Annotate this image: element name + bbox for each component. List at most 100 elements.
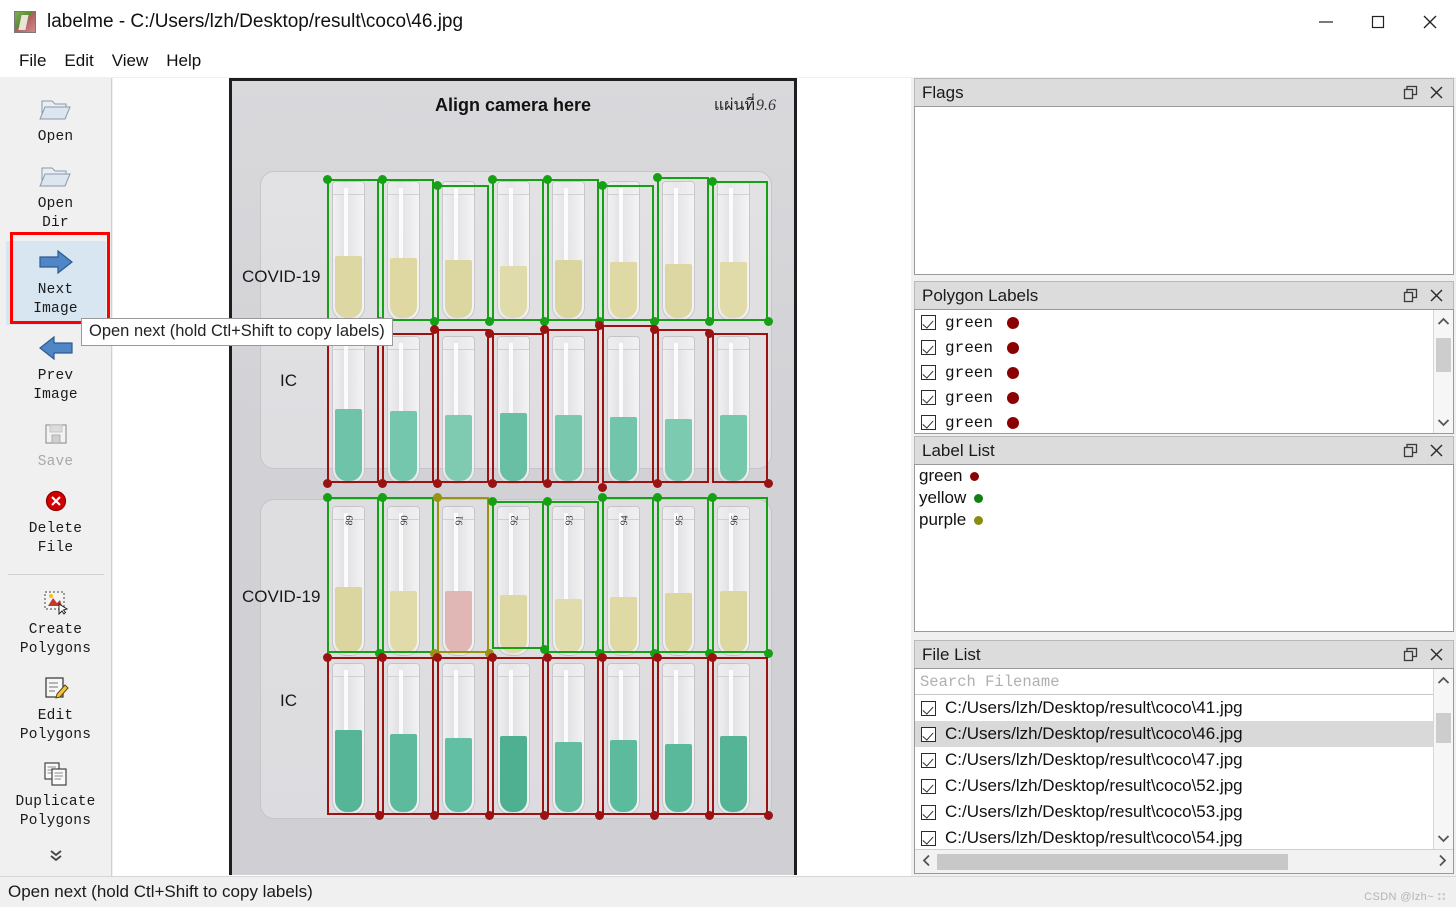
polygon-vertex[interactable] <box>704 328 714 338</box>
close-icon[interactable] <box>1423 80 1449 106</box>
polygon-labels-scrollbar[interactable] <box>1433 310 1453 433</box>
label-list[interactable]: green yellow purple <box>914 464 1454 632</box>
polygon-vertex[interactable] <box>539 810 549 820</box>
polygon-vertex[interactable] <box>432 478 442 488</box>
file-list-hscrollbar[interactable] <box>915 849 1453 873</box>
list-item[interactable]: C:/Users/lzh/Desktop/result\coco\41.jpg <box>915 695 1453 721</box>
annotation-box[interactable] <box>327 337 379 483</box>
annotation-box[interactable] <box>547 179 599 321</box>
close-icon[interactable] <box>1423 642 1449 668</box>
polygon-vertex[interactable] <box>487 174 497 184</box>
polygon-vertex[interactable] <box>649 324 659 334</box>
polygon-vertex[interactable] <box>763 810 773 820</box>
annotation-box[interactable] <box>327 657 379 815</box>
polygon-vertex[interactable] <box>594 320 604 330</box>
polygon-vertex[interactable] <box>652 172 662 182</box>
polygon-vertex[interactable] <box>487 478 497 488</box>
annotation-box[interactable] <box>437 185 489 321</box>
polygon-vertex[interactable] <box>432 180 442 190</box>
list-item[interactable]: C:/Users/lzh/Desktop/result\coco\52.jpg <box>915 773 1453 799</box>
polygon-vertex[interactable] <box>597 652 607 662</box>
row-checkbox[interactable] <box>921 752 936 768</box>
polygon-vertex[interactable] <box>322 652 332 662</box>
polygon-vertex[interactable] <box>704 810 714 820</box>
tool-create-polygons[interactable]: Create Polygons <box>6 581 106 665</box>
chevron-right-icon[interactable] <box>1431 854 1453 870</box>
annotation-box[interactable] <box>712 181 768 321</box>
polygon-vertex[interactable] <box>377 652 387 662</box>
maximize-button[interactable] <box>1352 0 1404 44</box>
list-item[interactable]: green <box>915 360 1453 385</box>
annotation-box[interactable] <box>657 329 709 483</box>
row-checkbox[interactable] <box>921 726 936 742</box>
polygon-vertex[interactable] <box>763 478 773 488</box>
annotation-box[interactable] <box>602 185 654 321</box>
polygon-vertex[interactable] <box>597 492 607 502</box>
file-list-scrollbar[interactable] <box>1433 669 1453 849</box>
annotation-box[interactable] <box>492 333 544 483</box>
annotation-box[interactable] <box>602 657 654 815</box>
row-checkbox[interactable] <box>921 365 936 380</box>
list-item[interactable]: green <box>915 465 1453 487</box>
polygon-vertex[interactable] <box>539 324 549 334</box>
polygon-vertex[interactable] <box>322 478 332 488</box>
chevron-down-icon[interactable] <box>1437 827 1450 849</box>
annotation-box[interactable] <box>492 501 544 649</box>
scroll-track[interactable] <box>1434 691 1453 827</box>
flags-list[interactable] <box>914 106 1454 275</box>
scroll-thumb[interactable] <box>1436 338 1451 372</box>
image-canvas[interactable]: Align camera here แผ่นที่9.6 COVID-19 IC… <box>113 78 911 876</box>
chevron-left-icon[interactable] <box>915 854 937 870</box>
tool-edit-polygons[interactable]: Edit Polygons <box>6 667 106 751</box>
annotation-box[interactable] <box>437 329 489 483</box>
polygon-vertex[interactable] <box>652 492 662 502</box>
row-checkbox[interactable] <box>921 340 936 355</box>
float-icon[interactable] <box>1397 438 1423 464</box>
list-item[interactable]: green <box>915 335 1453 360</box>
tool-open[interactable]: Open <box>6 88 106 153</box>
annotation-box[interactable] <box>382 333 434 483</box>
list-item[interactable]: C:/Users/lzh/Desktop/result\coco\53.jpg <box>915 799 1453 825</box>
float-icon[interactable] <box>1397 642 1423 668</box>
menu-view[interactable]: View <box>103 48 158 74</box>
polygon-vertex[interactable] <box>484 328 494 338</box>
list-item[interactable]: C:/Users/lzh/Desktop/result\coco\54.jpg <box>915 825 1453 851</box>
polygon-vertex[interactable] <box>542 478 552 488</box>
polygon-vertex[interactable] <box>542 174 552 184</box>
minimize-button[interactable] <box>1300 0 1352 44</box>
polygon-vertex[interactable] <box>432 652 442 662</box>
polygon-vertex[interactable] <box>377 174 387 184</box>
polygon-vertex[interactable] <box>432 492 442 502</box>
row-checkbox[interactable] <box>921 804 936 820</box>
menu-edit[interactable]: Edit <box>55 48 102 74</box>
annotation-box[interactable] <box>382 179 434 321</box>
double-chevron-down-icon[interactable] <box>47 848 65 862</box>
polygon-vertex[interactable] <box>597 482 607 492</box>
annotation-box[interactable] <box>657 177 709 321</box>
polygon-vertex[interactable] <box>377 492 387 502</box>
annotation-box[interactable] <box>602 497 654 653</box>
polygon-vertex[interactable] <box>652 652 662 662</box>
annotation-box[interactable] <box>437 657 489 815</box>
menu-help[interactable]: Help <box>157 48 210 74</box>
polygon-vertex[interactable] <box>487 496 497 506</box>
scroll-track[interactable] <box>937 853 1431 870</box>
chevron-up-icon[interactable] <box>1437 669 1450 691</box>
annotation-box[interactable] <box>547 329 599 483</box>
polygon-vertex[interactable] <box>484 316 494 326</box>
search-filename-input[interactable]: Search Filename <box>915 669 1453 695</box>
list-item[interactable]: green <box>915 385 1453 410</box>
tool-duplicate-polygons[interactable]: Duplicate Polygons <box>6 753 106 837</box>
polygon-vertex[interactable] <box>429 810 439 820</box>
tool-delete-file[interactable]: Delete File <box>6 480 106 564</box>
polygon-vertex[interactable] <box>322 174 332 184</box>
annotation-box[interactable] <box>327 497 379 653</box>
list-item[interactable]: yellow <box>915 487 1453 509</box>
close-icon[interactable] <box>1423 438 1449 464</box>
polygon-vertex[interactable] <box>542 496 552 506</box>
polygon-vertex[interactable] <box>594 810 604 820</box>
annotation-box[interactable] <box>712 657 768 815</box>
list-item[interactable]: purple <box>915 509 1453 531</box>
polygon-vertex[interactable] <box>649 810 659 820</box>
file-list-body[interactable]: Search Filename C:/Users/lzh/Desktop/res… <box>914 668 1454 874</box>
